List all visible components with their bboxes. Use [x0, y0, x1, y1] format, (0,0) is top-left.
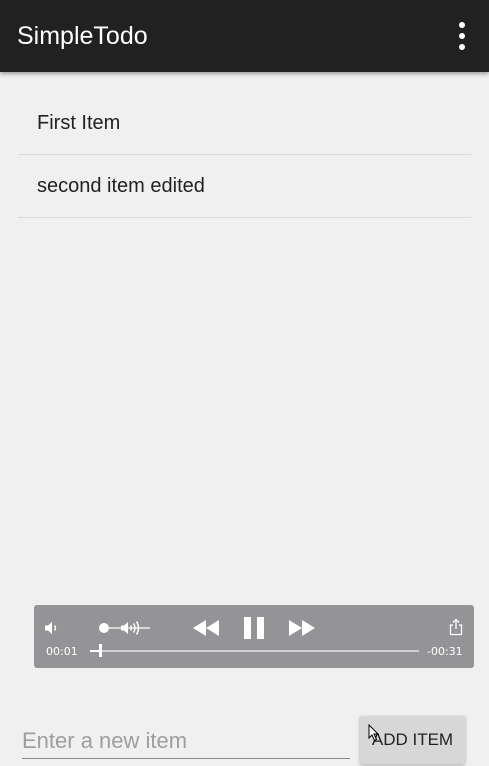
- media-player: 00:01 -00:31: [34, 605, 474, 668]
- volume-high-icon[interactable]: [120, 620, 144, 636]
- app-bar: SimpleTodo: [0, 0, 489, 72]
- seek-bar-handle[interactable]: [99, 644, 102, 657]
- volume-slider-handle[interactable]: [99, 623, 109, 633]
- remaining-time: -00:31: [427, 645, 463, 658]
- seek-bar-track[interactable]: [90, 650, 419, 652]
- share-icon[interactable]: [449, 618, 463, 636]
- todo-item-text: second item edited: [37, 175, 205, 197]
- fast-forward-icon[interactable]: [288, 619, 316, 637]
- todo-item-text: First Item: [37, 112, 121, 134]
- todo-item[interactable]: second item edited: [18, 155, 471, 218]
- todo-item[interactable]: First Item: [18, 92, 471, 155]
- current-time: 00:01: [46, 645, 78, 658]
- volume-low-icon[interactable]: [44, 621, 60, 635]
- mouse-cursor-icon: [368, 724, 380, 742]
- new-item-input[interactable]: [22, 724, 350, 759]
- todo-list: First Item second item edited: [18, 92, 471, 218]
- pause-icon[interactable]: [243, 616, 265, 640]
- rewind-icon[interactable]: [192, 619, 220, 637]
- app-title: SimpleTodo: [17, 22, 148, 50]
- more-vert-icon[interactable]: [446, 20, 478, 52]
